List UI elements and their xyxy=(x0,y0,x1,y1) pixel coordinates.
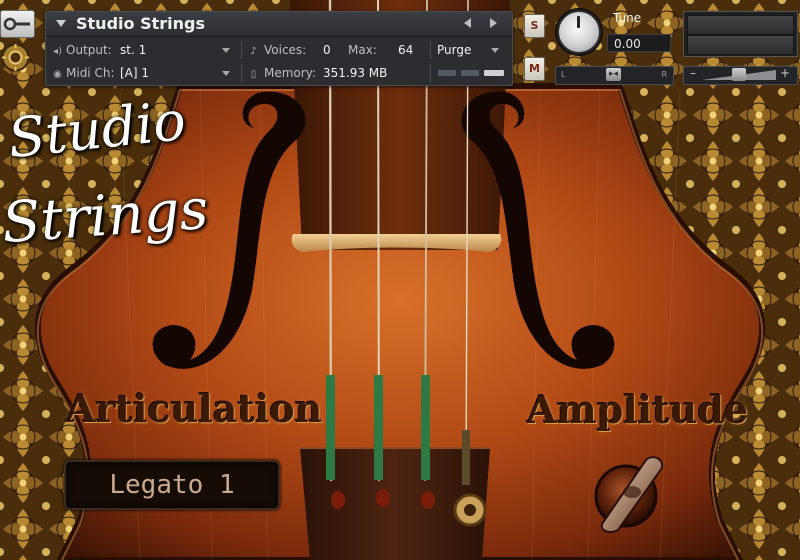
solo-button[interactable]: S xyxy=(524,14,545,38)
purge-menu[interactable]: Purge xyxy=(437,39,471,61)
midi-dropdown-icon[interactable] xyxy=(222,71,230,76)
articulation-title: Articulation xyxy=(66,386,323,431)
volume-handle[interactable] xyxy=(732,68,746,81)
meter-channel-left xyxy=(687,15,794,35)
voices-value: 0 xyxy=(323,43,331,57)
pan-left-label: L xyxy=(561,70,566,79)
memory-value: 351.93 MB xyxy=(323,66,388,80)
amplitude-knob[interactable] xyxy=(586,452,670,534)
purge-indicator xyxy=(438,70,456,76)
memory-label: Memory: xyxy=(264,66,316,80)
memory-icon: ▯ xyxy=(250,69,257,80)
purge-dropdown-icon[interactable] xyxy=(491,48,499,53)
tune-value[interactable]: 0.00 xyxy=(607,34,671,52)
previous-instrument-button[interactable] xyxy=(464,18,471,28)
output-label: Output: xyxy=(66,43,112,57)
pan-right-label: R xyxy=(661,70,667,79)
voices-icon: ♪ xyxy=(250,46,257,57)
instrument-header: Studio Strings ◂) Output: st. 1 ♪ Voices… xyxy=(45,11,513,86)
volume-minus[interactable]: – xyxy=(690,66,696,80)
volume-slider[interactable]: – + xyxy=(683,66,798,85)
tune-label: Tune xyxy=(613,11,642,25)
next-instrument-button[interactable] xyxy=(490,18,497,28)
header-titlebar: Studio Strings xyxy=(46,12,512,37)
studio-strings-logo: Studio Strings xyxy=(0,89,210,282)
logo-line-1: Studio xyxy=(5,88,189,171)
level-meter xyxy=(683,11,798,57)
meter-channel-right xyxy=(687,35,794,55)
wrench-icon[interactable] xyxy=(0,10,35,38)
pan-slider[interactable]: L ▸◂ R xyxy=(555,66,674,85)
collapse-triangle-icon[interactable] xyxy=(56,20,66,27)
mute-button[interactable]: M xyxy=(524,57,545,81)
speaker-icon: ◂) xyxy=(53,46,62,57)
midi-channel-label: Midi Ch: xyxy=(66,66,115,80)
instrument-name: Studio Strings xyxy=(76,14,205,33)
midi-channel-value[interactable]: [A] 1 xyxy=(120,62,149,84)
tune-control: Tune 0.00 xyxy=(553,8,675,56)
pan-handle[interactable]: ▸◂ xyxy=(606,68,621,81)
articulation-selector[interactable]: Legato 1 xyxy=(64,460,280,510)
output-dropdown-icon[interactable] xyxy=(222,48,230,53)
amplitude-title: Amplitude xyxy=(527,387,749,432)
max-label: Max: xyxy=(348,43,377,57)
volume-plus[interactable]: + xyxy=(780,66,790,80)
gear-icon[interactable] xyxy=(0,42,31,73)
max-voices-value[interactable]: 64 xyxy=(398,39,413,61)
midi-icon: ◉ xyxy=(53,69,62,80)
tune-knob[interactable] xyxy=(557,10,601,54)
output-value[interactable]: st. 1 xyxy=(120,39,146,61)
voices-label: Voices: xyxy=(264,43,307,57)
purge-indicator xyxy=(484,70,504,76)
purge-indicator xyxy=(461,70,479,76)
